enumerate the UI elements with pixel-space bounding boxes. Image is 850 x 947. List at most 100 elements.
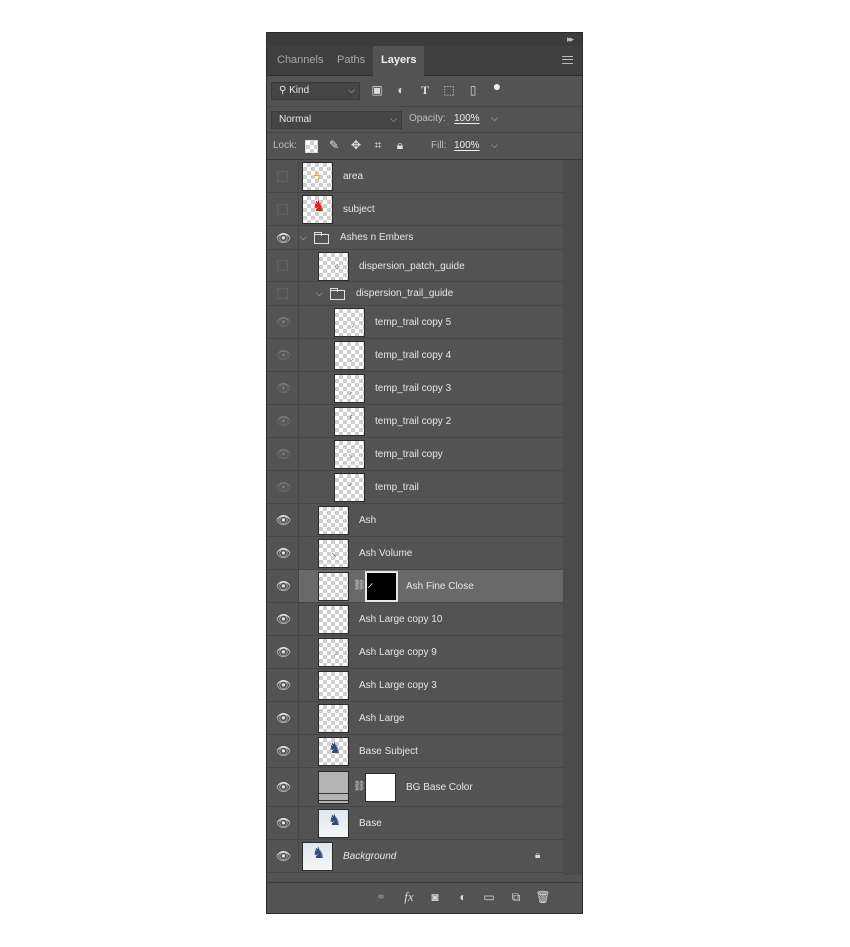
panel-menu-icon[interactable] <box>562 56 573 64</box>
layer-row-subject[interactable]: ♞ subject <box>267 193 563 226</box>
eye-icon[interactable]: 👁︎ <box>276 711 291 725</box>
visibility-column: 👁︎ <box>267 405 299 437</box>
eye-icon[interactable]: 👁︎ <box>276 414 291 428</box>
eye-icon[interactable]: 👁︎ <box>276 849 291 863</box>
eye-icon[interactable]: 👁︎ <box>276 513 291 527</box>
eye-icon[interactable]: 👁︎ <box>276 480 291 494</box>
eye-icon[interactable]: 👁︎ <box>276 315 291 329</box>
opacity-chevron-icon[interactable]: ⌵ <box>491 113 498 124</box>
collapse-panel-icon[interactable]: ▸▸ <box>567 34 574 45</box>
layer-thumbnail: ♞ <box>302 842 333 871</box>
eye-icon[interactable]: 👁︎ <box>276 579 291 593</box>
visibility-column: 👁︎ <box>267 807 299 839</box>
layer-name: area <box>343 171 364 182</box>
layer-name: BG Base Color <box>406 782 473 793</box>
layer-row-dispersion-patch-guide[interactable]: ⁘ dispersion_patch_guide <box>267 250 563 282</box>
layer-row-temp-trail-copy[interactable]: 👁︎ ⸜ temp_trail copy <box>267 438 563 471</box>
type-filter-icon[interactable]: T <box>417 82 433 98</box>
eye-icon[interactable]: 👁︎ <box>276 645 291 659</box>
layer-name: subject <box>343 204 375 215</box>
visibility-toggle-off[interactable] <box>277 288 288 299</box>
filter-toggle-icon[interactable]: ● <box>489 78 505 94</box>
layer-row-ash-fine-close[interactable]: 👁︎ ⛓︎ ⸝ Ash Fine Close <box>267 570 563 603</box>
layer-row-temp-trail[interactable]: 👁︎ ⸍ temp_trail <box>267 471 563 504</box>
layer-mask-thumbnail[interactable]: ⸝ <box>365 571 398 602</box>
layer-thumbnail: ⸝ <box>334 341 365 370</box>
opacity-value[interactable]: 100% <box>454 113 480 124</box>
lock-position-icon[interactable]: ✥ <box>349 138 363 152</box>
layer-list-scrollbar[interactable] <box>563 160 582 875</box>
eye-icon[interactable]: 👁︎ <box>276 612 291 626</box>
lock-all-icon[interactable]: 🔒︎ <box>393 138 407 152</box>
new-layer-icon[interactable]: ⧉ <box>508 889 524 905</box>
mask-link-icon[interactable]: ⛓︎ <box>353 580 366 591</box>
layer-row-ash-large-copy-10[interactable]: 👁︎ Ash Large copy 10 <box>267 603 563 636</box>
layer-row-temp-trail-copy-2[interactable]: 👁︎ ⸯ temp_trail copy 2 <box>267 405 563 438</box>
layer-mask-thumbnail[interactable] <box>365 773 396 802</box>
layer-name: Ash Large copy 9 <box>359 647 437 658</box>
tab-channels[interactable]: Channels <box>269 46 331 75</box>
layer-row-base[interactable]: 👁︎ ♞ Base <box>267 807 563 840</box>
visibility-toggle-off[interactable] <box>277 260 288 271</box>
tab-layers[interactable]: Layers <box>373 46 425 76</box>
fill-value[interactable]: 100% <box>454 140 480 151</box>
eye-icon[interactable]: 👁︎ <box>276 348 291 362</box>
layer-row-bg-base-color[interactable]: 👁︎ ⛓︎ BG Base Color <box>267 768 563 807</box>
eye-icon[interactable]: 👁︎ <box>276 381 291 395</box>
visibility-column: 👁︎ <box>267 537 299 569</box>
new-adjustment-icon[interactable]: ◐ <box>455 889 471 905</box>
opacity-label: Opacity: <box>409 113 446 124</box>
visibility-column: 👁︎ <box>267 702 299 734</box>
image-filter-icon[interactable]: ▣ <box>369 82 385 98</box>
chevron-down-icon[interactable]: ⌵ <box>316 288 323 299</box>
visibility-toggle-off[interactable] <box>277 204 288 215</box>
fx-icon[interactable]: fx <box>401 889 417 905</box>
lock-image-pixels-icon[interactable]: ✎ <box>327 138 341 152</box>
blend-mode-select[interactable]: Normal ⌵ <box>271 111 402 129</box>
mask-link-icon[interactable]: ⛓︎ <box>353 781 366 792</box>
layer-row-ash-large[interactable]: 👁︎ Ash Large <box>267 702 563 735</box>
shape-filter-icon[interactable]: ⬚ <box>441 82 457 98</box>
layer-thumbnail: ⸜ <box>318 539 349 568</box>
chevron-down-icon: ⌵ <box>390 114 397 124</box>
layer-row-temp-trail-copy-4[interactable]: 👁︎ ⸝ temp_trail copy 4 <box>267 339 563 372</box>
layer-row-ash-large-copy-3[interactable]: 👁︎ Ash Large copy 3 <box>267 669 563 702</box>
eye-icon[interactable]: 👁︎ <box>276 231 291 245</box>
layer-name: Ashes n Embers <box>340 232 414 243</box>
visibility-toggle-off[interactable] <box>277 171 288 182</box>
layer-row-temp-trail-copy-3[interactable]: 👁︎ ⸝ temp_trail copy 3 <box>267 372 563 405</box>
new-group-icon[interactable]: ▭ <box>481 889 497 905</box>
layer-name: temp_trail copy 2 <box>375 416 452 427</box>
eye-icon[interactable]: 👁︎ <box>276 744 291 758</box>
layer-row-temp-trail-copy-5[interactable]: 👁︎ ⸝ temp_trail copy 5 <box>267 306 563 339</box>
layer-row-base-subject[interactable]: 👁︎ ♞ Base Subject <box>267 735 563 768</box>
smart-object-filter-icon[interactable]: ▯ <box>465 82 481 98</box>
layer-lock-icon[interactable]: 🔒︎ <box>535 850 540 861</box>
layer-row-area[interactable]: ϟ area <box>267 160 563 193</box>
layer-name: Ash Volume <box>359 548 413 559</box>
eye-icon[interactable]: 👁︎ <box>276 816 291 830</box>
visibility-column: 👁︎ <box>267 636 299 668</box>
filter-kind-select[interactable]: ⚲ Kind ⌵ <box>271 82 360 100</box>
layer-row-ash[interactable]: 👁︎ Ash <box>267 504 563 537</box>
eye-icon[interactable]: 👁︎ <box>276 780 291 794</box>
adjustment-filter-icon[interactable]: ◐ <box>393 82 409 98</box>
link-layers-icon[interactable]: ⚭ <box>373 889 389 905</box>
delete-layer-icon[interactable]: 🗑︎ <box>535 889 551 905</box>
layer-row-background[interactable]: 👁︎ ♞ Background 🔒︎ <box>267 840 563 873</box>
add-mask-icon[interactable]: ◙ <box>427 889 443 905</box>
filter-row: ⚲ Kind ⌵ ▣ ◐ T ⬚ ▯ ● <box>267 76 582 107</box>
layer-row-ash-volume[interactable]: 👁︎ ⸜ Ash Volume <box>267 537 563 570</box>
layer-row-ash-large-copy-9[interactable]: 👁︎ ⁘ Ash Large copy 9 <box>267 636 563 669</box>
lock-transparent-pixels-icon[interactable] <box>305 140 318 153</box>
eye-icon[interactable]: 👁︎ <box>276 678 291 692</box>
tab-paths[interactable]: Paths <box>329 46 373 75</box>
chevron-down-icon[interactable]: ⌵ <box>300 232 307 243</box>
layer-group-ashes-n-embers[interactable]: 👁︎ ⌵ Ashes n Embers <box>267 226 563 250</box>
layer-group-dispersion-trail-guide[interactable]: ⌵ dispersion_trail_guide <box>267 282 563 306</box>
layer-thumbnail: ⁘ <box>318 252 349 281</box>
lock-artboard-icon[interactable]: ⌗ <box>371 138 385 152</box>
eye-icon[interactable]: 👁︎ <box>276 546 291 560</box>
fill-chevron-icon[interactable]: ⌵ <box>491 140 498 151</box>
eye-icon[interactable]: 👁︎ <box>276 447 291 461</box>
